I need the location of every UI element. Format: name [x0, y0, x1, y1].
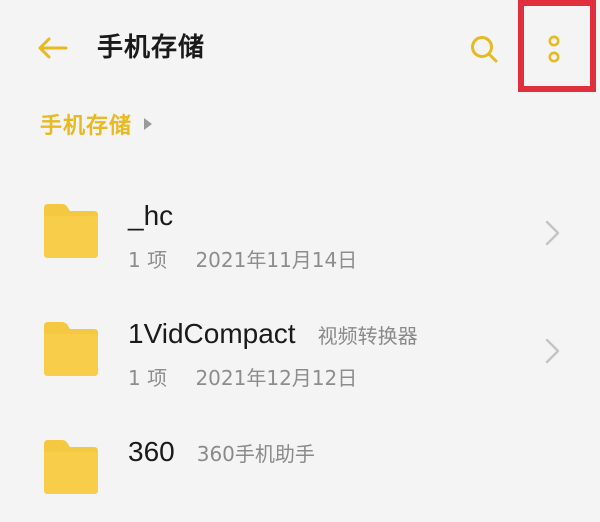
folder-icon: [44, 322, 98, 376]
back-button[interactable]: [30, 28, 74, 68]
file-date: 2021年12月12日: [195, 366, 358, 390]
chevron-right-icon: [545, 220, 560, 246]
list-item[interactable]: 360 360手机助手: [0, 406, 600, 522]
file-app-label: 视频转换器: [317, 324, 418, 348]
folder-icon: [44, 204, 98, 258]
file-name: 360: [128, 436, 175, 467]
file-name: 1VidCompact: [128, 318, 296, 349]
list-item[interactable]: 1VidCompact 视频转换器 1 项 2021年12月12日: [0, 288, 600, 404]
chevron-right-icon: [545, 338, 560, 364]
file-app-label: 360手机助手: [196, 442, 315, 466]
file-date: 2021年11月14日: [195, 248, 358, 272]
list-item[interactable]: _hc 1 项 2021年11月14日: [0, 170, 600, 286]
more-options-button[interactable]: [532, 24, 576, 74]
chevron-right-icon: [144, 118, 153, 130]
more-vertical-icon: [548, 35, 560, 63]
file-item-count: 1 项: [128, 366, 168, 390]
file-name: _hc: [128, 200, 174, 231]
top-bar: 手机存储: [0, 0, 600, 100]
file-item-count: 1 项: [128, 248, 168, 272]
breadcrumb: 手机存储: [40, 106, 153, 142]
folder-icon: [44, 440, 98, 494]
search-icon: [471, 36, 498, 63]
breadcrumb-item-phone-storage[interactable]: 手机存储: [40, 108, 132, 140]
page-title: 手机存储: [97, 33, 206, 63]
search-button[interactable]: [462, 27, 506, 71]
arrow-left-icon: [38, 37, 68, 59]
